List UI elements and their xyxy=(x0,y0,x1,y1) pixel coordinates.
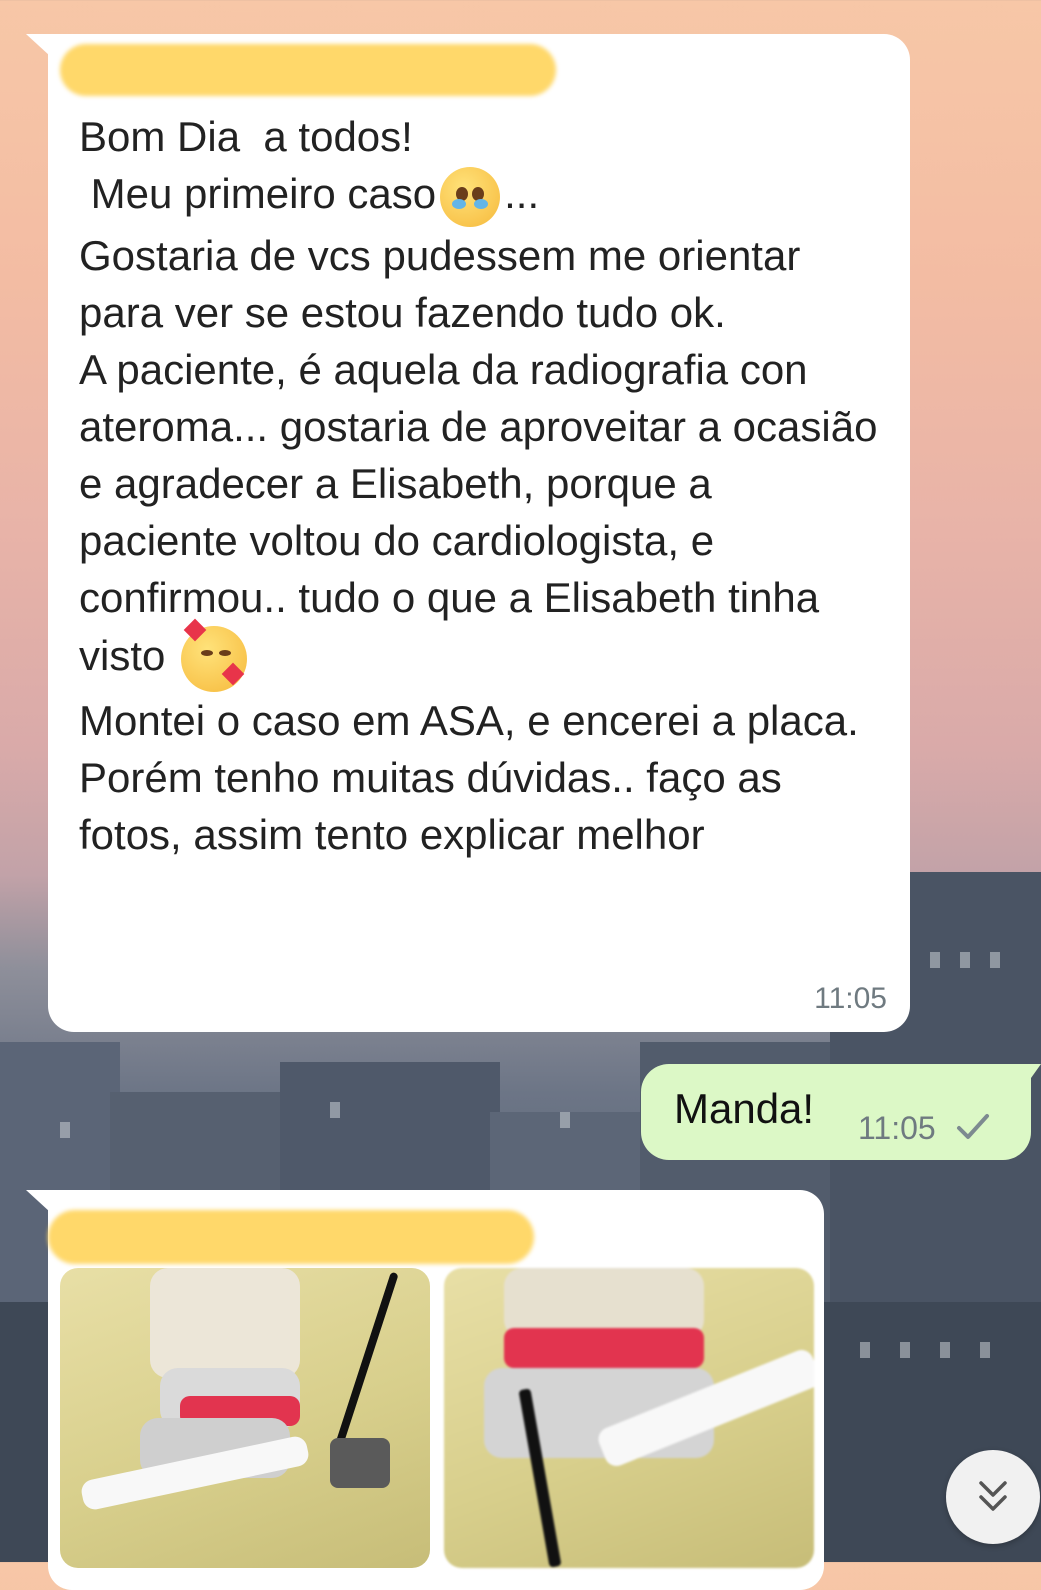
message-timestamp: 11:05 xyxy=(814,982,887,1015)
single-check-icon xyxy=(957,1114,989,1139)
double-chevron-down-icon xyxy=(979,1481,1007,1511)
smiling-face-with-hearts-emoji xyxy=(181,618,248,692)
message-line: Montei o caso em ASA, e encerei a placa.… xyxy=(79,696,871,858)
photo-thumbnail[interactable] xyxy=(444,1268,814,1568)
message-line: A paciente, é aquela da radiografia con … xyxy=(79,341,879,692)
redacted-sender-name xyxy=(48,1210,534,1264)
message-line: Gostaria de vcs pudessem me orientar par… xyxy=(79,231,812,336)
photo-thumbnail[interactable] xyxy=(60,1268,430,1568)
message-line: Meu primeiro caso... xyxy=(79,165,879,227)
outgoing-message-text: Manda! xyxy=(674,1085,815,1132)
incoming-bubble-tail xyxy=(26,1190,50,1212)
incoming-message-text: Bom Dia a todos! Meu primeiro caso... Go… xyxy=(79,108,879,863)
outgoing-bubble-tail xyxy=(1031,1064,1041,1078)
scroll-to-bottom-button[interactable] xyxy=(946,1450,1040,1544)
message-line-text: ... xyxy=(504,170,540,217)
incoming-bubble-tail xyxy=(26,34,50,56)
redacted-sender-name xyxy=(60,44,556,96)
message-line: Bom Dia a todos! xyxy=(79,113,413,160)
message-line-text: Meu primeiro caso xyxy=(79,170,437,217)
pleading-face-emoji xyxy=(440,166,501,227)
message-timestamp: 11:05 xyxy=(858,1110,936,1146)
